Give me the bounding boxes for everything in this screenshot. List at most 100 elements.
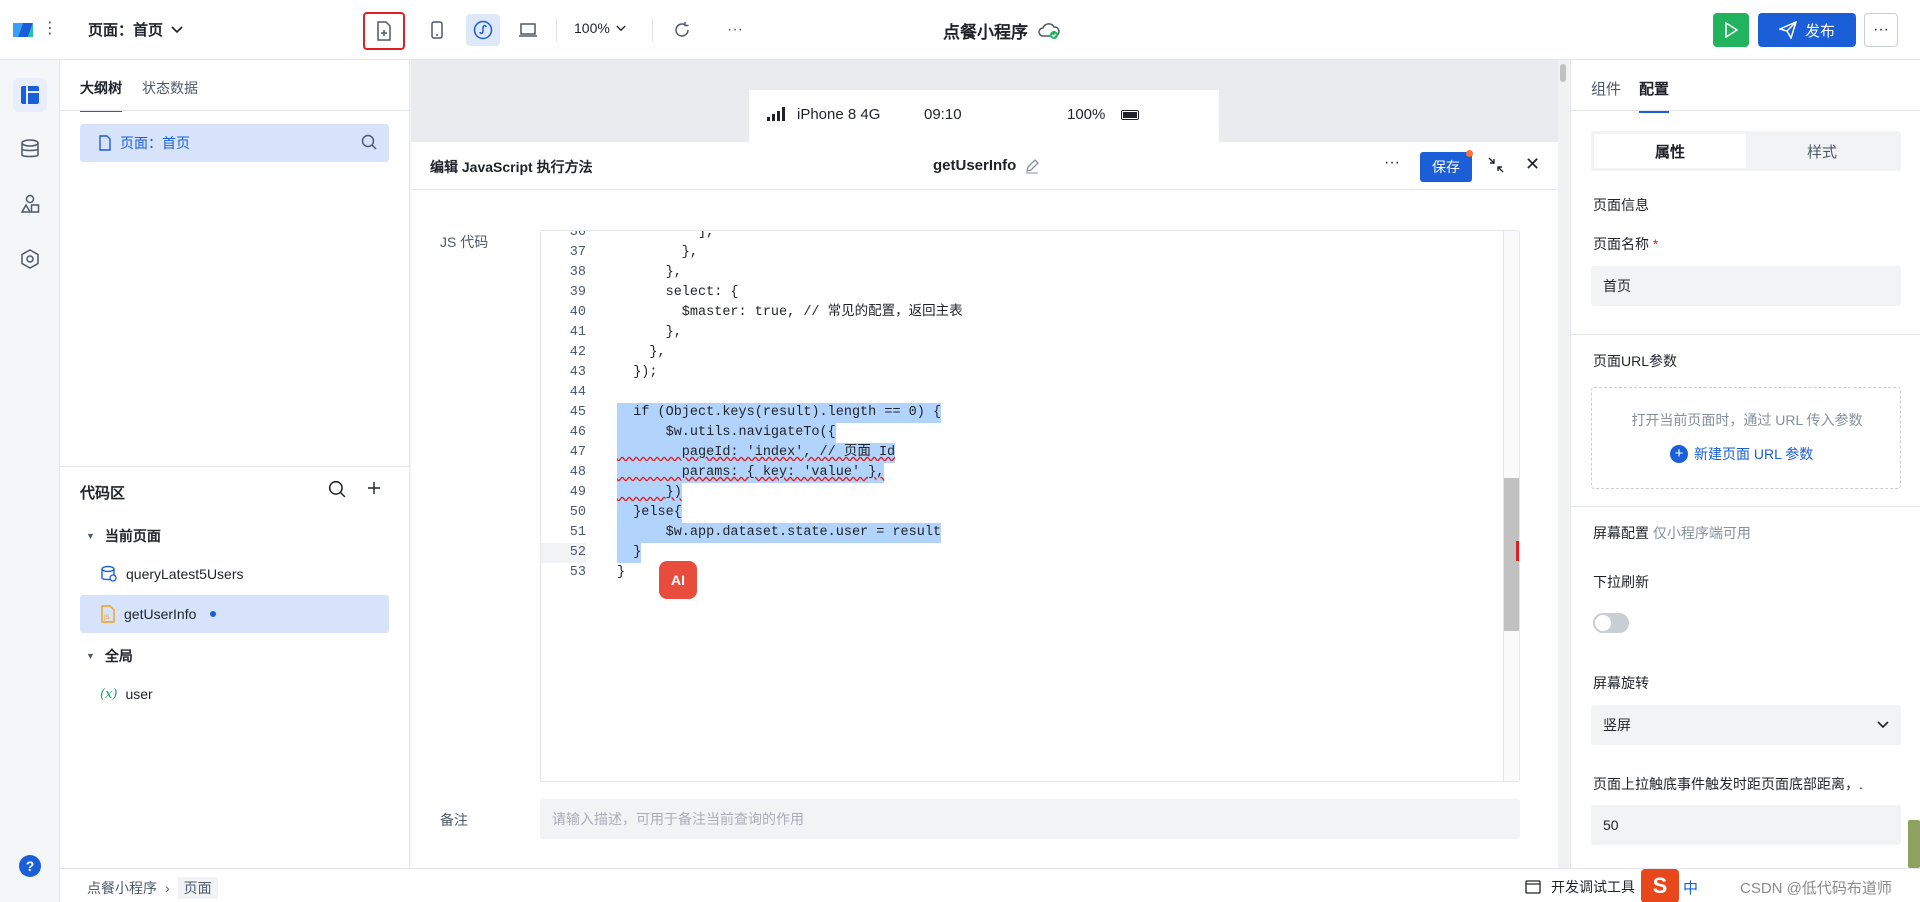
required-mark: * bbox=[1652, 236, 1659, 252]
canvas-scrollbar[interactable] bbox=[1558, 60, 1569, 868]
signal-icon bbox=[767, 107, 785, 121]
header-more-button[interactable]: ··· bbox=[1864, 13, 1898, 47]
code-text: $master: true, // 常见的配置，返回主表 bbox=[617, 305, 963, 320]
tree-group-global[interactable]: ▼ 全局 bbox=[86, 646, 133, 666]
breadcrumb-page[interactable]: 页面 bbox=[177, 877, 218, 899]
scrollbar-thumb[interactable] bbox=[1560, 64, 1566, 82]
segment-styles[interactable]: 样式 bbox=[1746, 134, 1898, 168]
ime-logo[interactable]: S bbox=[1641, 869, 1679, 902]
run-button[interactable] bbox=[1713, 13, 1749, 47]
tree-item-query[interactable]: queryLatest5Users bbox=[80, 555, 389, 593]
divider bbox=[60, 466, 410, 467]
breadcrumb: 点餐小程序 › 页面 bbox=[87, 877, 218, 899]
tree-item-label: getUserInfo bbox=[124, 606, 197, 622]
line-number: 53 bbox=[569, 565, 586, 580]
app-title-text: 点餐小程序 bbox=[943, 23, 1028, 42]
app-logo[interactable] bbox=[10, 17, 36, 43]
edit-pen-icon[interactable] bbox=[1024, 158, 1040, 174]
ai-assistant-button[interactable]: AI bbox=[659, 561, 697, 599]
svg-text:JS: JS bbox=[103, 614, 110, 621]
tab-config[interactable]: 配置 bbox=[1639, 78, 1670, 113]
rotation-select[interactable]: 竖屏 bbox=[1591, 705, 1901, 745]
page-name-input[interactable]: 首页 bbox=[1591, 266, 1901, 306]
app-menu-icon[interactable]: ⋮ bbox=[42, 18, 58, 38]
divider bbox=[1571, 334, 1920, 335]
page-selector-label: 页面：首页 bbox=[88, 22, 164, 39]
devtools-button[interactable]: 开发调试工具 bbox=[1525, 877, 1635, 897]
ime-mode[interactable]: 中 bbox=[1683, 877, 1698, 898]
outline-page-node[interactable]: 页面：首页 bbox=[80, 124, 389, 162]
config-scrollbar[interactable] bbox=[1908, 820, 1920, 868]
page-selector[interactable]: 页面：首页 bbox=[88, 19, 183, 40]
tree-item-label: user bbox=[125, 686, 153, 702]
editor-header: 编辑 JavaScript 执行方法 getUserInfo ··· 保存 ✕ bbox=[411, 142, 1569, 190]
editor-scrollbar[interactable] bbox=[1503, 231, 1519, 781]
search-icon[interactable] bbox=[361, 134, 377, 150]
caret-down-icon: ▼ bbox=[86, 651, 95, 661]
search-icon[interactable] bbox=[328, 480, 346, 498]
toolbar-divider bbox=[556, 18, 557, 42]
line-number: 52 bbox=[541, 543, 586, 563]
tab-state-data[interactable]: 状态数据 bbox=[142, 78, 198, 112]
screen-config-heading: 屏幕配置 仅小程序端可用 bbox=[1593, 523, 1751, 543]
mobile-icon bbox=[431, 21, 443, 39]
segment-properties[interactable]: 属性 bbox=[1594, 134, 1746, 168]
tree-group-current-page[interactable]: ▼ 当前页面 bbox=[86, 526, 161, 546]
rail-outline-button[interactable] bbox=[13, 78, 47, 112]
rail-data-button[interactable] bbox=[13, 132, 47, 166]
pull-refresh-toggle[interactable] bbox=[1593, 613, 1629, 633]
add-icon[interactable] bbox=[366, 480, 382, 496]
mini-program-view-button[interactable] bbox=[466, 14, 500, 46]
reach-bottom-input[interactable]: 50 bbox=[1591, 805, 1901, 845]
more-icon: ··· bbox=[727, 21, 743, 38]
more-icon: ··· bbox=[1873, 21, 1889, 38]
tab-outline-tree[interactable]: 大纲树 bbox=[80, 78, 122, 112]
remark-label: 备注 bbox=[440, 812, 468, 828]
add-url-param-button[interactable]: + 新建页面 URL 参数 bbox=[1670, 444, 1813, 464]
save-button[interactable]: 保存 bbox=[1420, 152, 1472, 182]
help-icon[interactable]: ? bbox=[19, 855, 41, 877]
url-params-box: 打开当前页面时，通过 URL 传入参数 + 新建页面 URL 参数 bbox=[1591, 387, 1901, 489]
code-editor[interactable]: 36 ], 37 }, 38 }, 39 select: {40 $master: t… bbox=[540, 230, 1520, 782]
line-number: 38 bbox=[569, 265, 586, 280]
page-name-label-text: 页面名称 bbox=[1593, 236, 1649, 252]
line-number: 51 bbox=[569, 525, 586, 540]
publish-label: 发布 bbox=[1804, 22, 1835, 40]
collapse-icon[interactable] bbox=[1487, 156, 1505, 174]
tab-components[interactable]: 组件 bbox=[1591, 78, 1621, 113]
code-text: $w.utils.navigateTo({ bbox=[617, 423, 836, 443]
variable-icon: (x) bbox=[100, 686, 118, 702]
line-number: 45 bbox=[569, 405, 586, 420]
chevron-down-icon bbox=[1877, 721, 1889, 729]
tree-item-js-method[interactable]: JS getUserInfo bbox=[80, 595, 389, 633]
zoom-select[interactable]: 100% bbox=[574, 20, 626, 36]
add-page-icon bbox=[377, 21, 391, 41]
config-segment: 属性 样式 bbox=[1591, 131, 1901, 171]
code-text: } bbox=[617, 565, 626, 580]
unsaved-dot bbox=[210, 611, 217, 617]
more-icon[interactable]: ··· bbox=[1384, 154, 1400, 172]
close-icon[interactable]: ✕ bbox=[1525, 154, 1540, 175]
mobile-view-button[interactable] bbox=[420, 14, 454, 46]
rail-settings-button[interactable] bbox=[13, 242, 47, 276]
publish-button[interactable]: 发布 bbox=[1758, 13, 1856, 47]
remark-input[interactable] bbox=[540, 799, 1520, 839]
zoom-value: 100% bbox=[574, 20, 610, 36]
config-panel: 组件 配置 属性 样式 页面信息 页面名称 * 首页 页面URL参数 打开当前页… bbox=[1570, 60, 1920, 868]
toggle-knob bbox=[1595, 615, 1611, 631]
tree-item-variable[interactable]: (x) user bbox=[80, 675, 389, 713]
unsaved-dot bbox=[1466, 150, 1473, 157]
desktop-view-button[interactable] bbox=[511, 14, 545, 46]
plus-circle-icon: + bbox=[1670, 445, 1688, 463]
toolbar-more-button[interactable]: ··· bbox=[718, 14, 752, 46]
code-text: ], bbox=[617, 230, 715, 240]
code-text: pageId: 'index', // 页面 Id bbox=[617, 443, 896, 463]
add-page-button[interactable] bbox=[363, 12, 405, 50]
rail-components-button[interactable] bbox=[13, 187, 47, 221]
line-number: 42 bbox=[569, 345, 586, 360]
breadcrumb-app[interactable]: 点餐小程序 bbox=[87, 878, 157, 898]
divider bbox=[60, 110, 410, 111]
refresh-button[interactable] bbox=[665, 14, 699, 46]
line-number: 40 bbox=[569, 305, 586, 320]
editor-function-name: getUserInfo bbox=[933, 157, 1040, 174]
